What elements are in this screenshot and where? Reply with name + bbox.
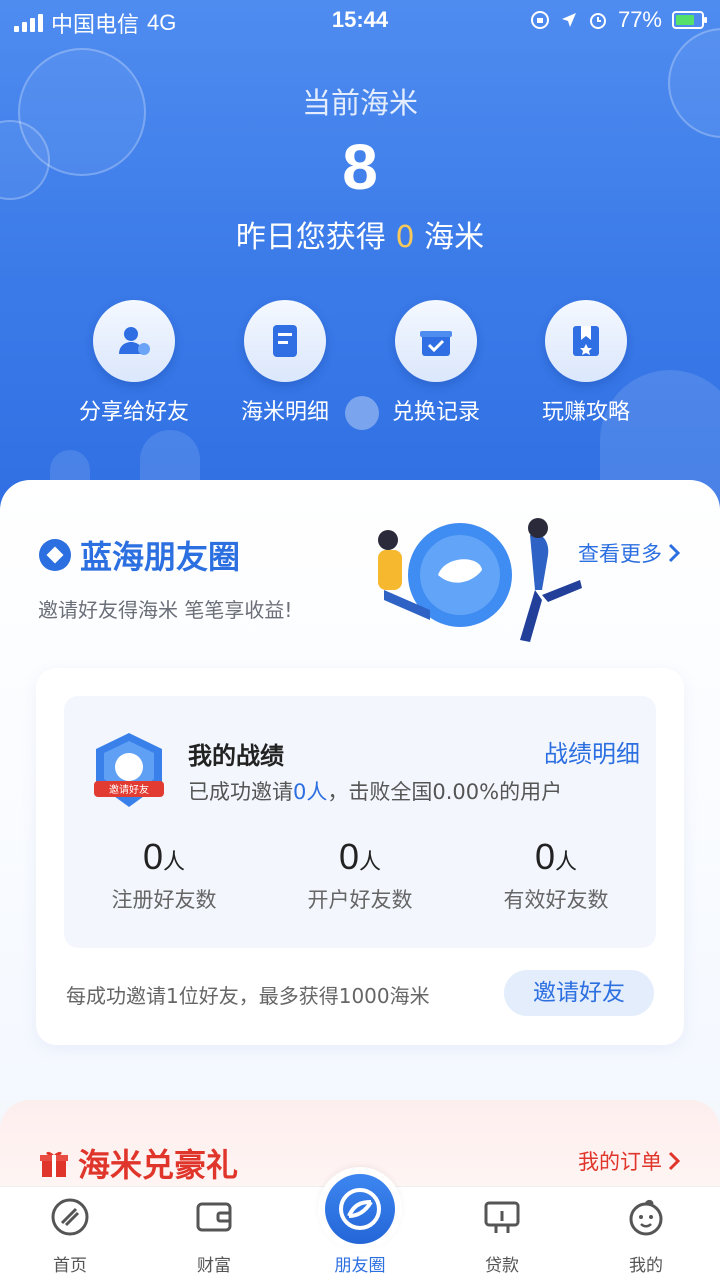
tab-mine[interactable]: 我的 [596,1195,696,1276]
my-orders-label: 我的订单 [578,1150,662,1174]
metric-label: 注册好友数 [111,888,217,912]
profile-face-icon [629,1199,663,1236]
wallet-icon [196,1202,232,1232]
gift-icon [40,1151,68,1177]
friend-circle-section: 蓝海朋友圈 邀请好友得海米 笔笔享收益! 查看更多 邀请好友 我的战绩 战绩明细 [0,480,720,1100]
share-friend-icon [119,327,150,355]
friends-coin-illustration [378,518,582,642]
desc-suffix: ，击败全国0.00%的用户 [327,780,563,804]
diamond-logo-icon [39,539,71,571]
record-detail-link[interactable]: 战绩明细 [544,734,640,769]
header-banner: 中国电信 4G 15:44 77% 当前海米 8 昨日您获得 0 海米 分享给好… [0,0,720,520]
my-orders-link[interactable]: 我的订单 [578,1146,680,1176]
tab-loan[interactable]: 贷款 [452,1195,552,1276]
yesterday-earnings: 昨日您获得 0 海米 [0,212,720,256]
desc-count: 0人 [293,780,328,804]
bookmark-book-icon [573,326,599,356]
friend-circle-tab-button[interactable] [318,1167,402,1251]
metric-effective: 0人 有效好友数 [456,836,656,914]
quick-action-label: 玩赚攻略 [541,400,630,425]
current-points-title: 当前海米 [301,86,418,120]
metric-value: 0 [142,836,163,877]
yesterday-suffix: 海米 [424,220,485,255]
my-record-title: 我的战绩 [188,742,284,770]
invite-friend-button[interactable]: 邀请好友 [504,970,654,1016]
quick-action-label: 兑换记录 [391,400,480,425]
tab-label: 我的 [629,1256,663,1276]
metric-unit: 人 [163,850,186,875]
record-panel: 邀请好友 我的战绩 战绩明细 已成功邀请0人，击败全国0.00%的用户 0人 注… [64,696,656,948]
battery-percent: 77% [617,7,662,32]
quick-action-label: 海米明细 [240,400,329,425]
battery-icon [672,11,707,29]
tab-label: 首页 [53,1256,87,1276]
quick-action-guide[interactable]: 玩赚攻略 [506,300,666,426]
metric-opened: 0人 开户好友数 [260,836,460,914]
gift-exchange-title: 海米兑豪礼 [78,1146,239,1184]
chevron-right-icon [668,1151,680,1171]
metric-unit: 人 [359,850,382,875]
tab-label: 贷款 [485,1256,519,1276]
metric-label: 有效好友数 [503,888,609,912]
badge-text: 邀请好友 [109,783,149,796]
friend-circle-header: 蓝海朋友圈 [38,532,240,578]
alarm-icon [589,13,606,29]
friend-circle-icon [339,1188,381,1230]
friend-circle-title: 蓝海朋友圈 [80,538,241,576]
receipt-icon [273,325,297,357]
quick-action-detail[interactable]: 海米明细 [205,300,365,426]
quick-action-share[interactable]: 分享给好友 [54,300,214,426]
metric-value: 0 [338,836,359,877]
my-record-card: 邀请好友 我的战绩 战绩明细 已成功邀请0人，击败全国0.00%的用户 0人 注… [36,668,684,1045]
desc-prefix: 已成功邀请 [188,780,293,804]
gift-exchange-header: 海米兑豪礼 [38,1140,238,1186]
tab-label: 财富 [197,1256,231,1276]
yesterday-prefix: 昨日您获得 [235,220,386,255]
metric-unit: 人 [555,850,578,875]
quick-action-exchange[interactable]: 兑换记录 [356,300,516,426]
friend-circle-subtitle: 邀请好友得海米 笔笔享收益! [38,598,293,622]
quick-action-label: 分享给好友 [78,400,189,425]
tab-home[interactable]: 首页 [20,1195,120,1276]
invite-badge-icon: 邀请好友 [94,733,164,807]
rotation-lock-icon [530,11,549,29]
metric-value: 0 [534,836,555,877]
status-bar: 中国电信 4G 15:44 77% [0,0,720,40]
record-description: 已成功邀请0人，击败全国0.00%的用户 [188,776,562,806]
current-points-amount: 8 [342,131,378,203]
chevron-right-icon [668,543,680,563]
metric-registered: 0人 注册好友数 [64,836,264,914]
tab-label: 朋友圈 [334,1256,386,1276]
location-icon [561,13,576,27]
gift-box-icon [420,331,452,356]
yesterday-value: 0 [395,220,415,255]
invite-tip: 每成功邀请1位好友，最多获得1000海米 [66,984,430,1008]
tab-wealth[interactable]: 财富 [164,1195,264,1276]
bottom-tab-bar: 首页 财富 朋友圈 贷款 我的 [0,1167,720,1280]
home-logo-icon [51,1198,89,1236]
loan-icon [484,1201,520,1233]
metric-label: 开户好友数 [307,888,413,912]
tab-friend-circle[interactable]: 朋友圈 [310,1167,410,1276]
